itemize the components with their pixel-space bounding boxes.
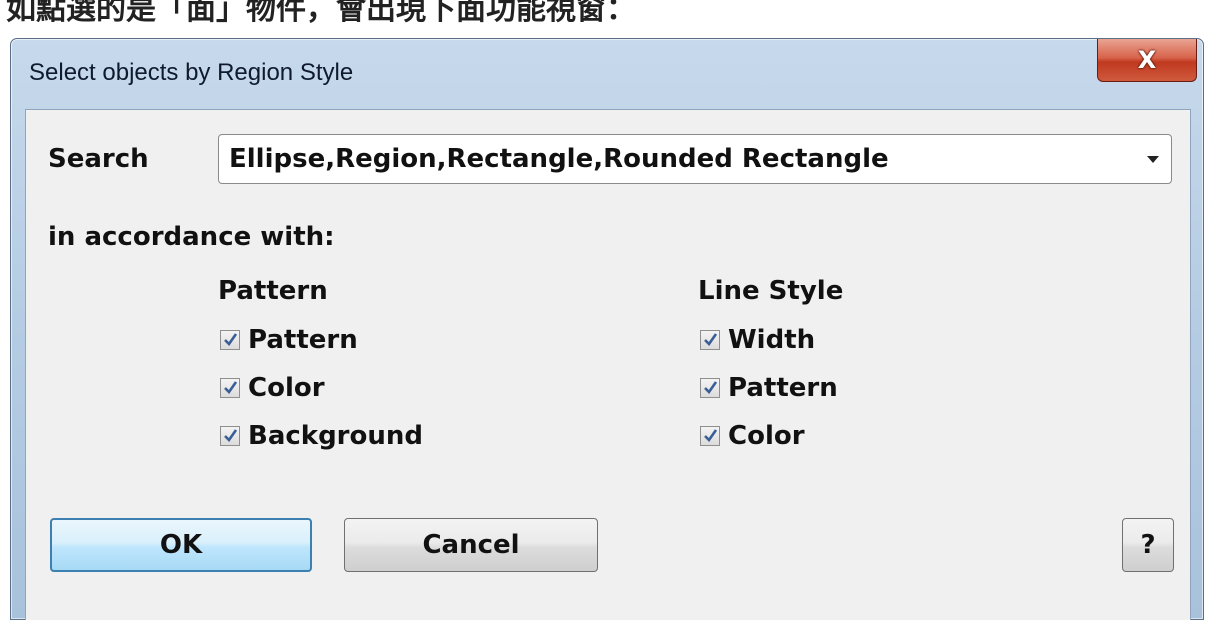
dialog-client-area: Search Ellipse,Region,Rectangle,Rounded … — [25, 109, 1191, 620]
search-label: Search — [48, 144, 149, 174]
checkbox[interactable] — [220, 378, 240, 398]
checkmark-icon — [224, 381, 238, 395]
close-icon: X — [1137, 46, 1157, 74]
checkbox[interactable] — [700, 378, 720, 398]
checkmark-icon — [224, 333, 238, 347]
checkmark-icon — [704, 429, 718, 443]
search-combo[interactable]: Ellipse,Region,Rectangle,Rounded Rectang… — [218, 134, 1172, 184]
checkbox[interactable] — [220, 330, 240, 350]
dialog-window: Select objects by Region Style X Search … — [10, 38, 1204, 620]
title-bar[interactable]: Select objects by Region Style X — [11, 39, 1203, 109]
checkbox-label: Background — [248, 421, 423, 451]
checkbox-label: Width — [728, 325, 816, 355]
line-style-option-pattern[interactable]: Pattern — [700, 372, 838, 404]
pattern-option-pattern[interactable]: Pattern — [220, 324, 358, 356]
line-style-group-heading: Line Style — [698, 276, 844, 306]
checkmark-icon — [704, 333, 718, 347]
checkbox[interactable] — [700, 426, 720, 446]
dialog-title: Select objects by Region Style — [29, 59, 354, 86]
close-button[interactable]: X — [1097, 39, 1197, 82]
checkbox[interactable] — [700, 330, 720, 350]
checkbox-label: Color — [728, 421, 805, 451]
help-button[interactable]: ? — [1122, 518, 1174, 572]
page-caption: 如點選的是「面」物件，會出現下面功能視窗： — [6, 0, 636, 27]
pattern-group-heading: Pattern — [218, 276, 328, 306]
line-style-option-width[interactable]: Width — [700, 324, 815, 356]
checkbox-label: Pattern — [728, 373, 838, 403]
line-style-option-color[interactable]: Color — [700, 420, 805, 452]
checkbox[interactable] — [220, 426, 240, 446]
cancel-button[interactable]: Cancel — [344, 518, 598, 572]
checkmark-icon — [224, 429, 238, 443]
search-combo-value: Ellipse,Region,Rectangle,Rounded Rectang… — [229, 144, 889, 174]
ok-button[interactable]: OK — [50, 518, 312, 572]
pattern-option-color[interactable]: Color — [220, 372, 325, 404]
checkmark-icon — [704, 381, 718, 395]
accordance-label: in accordance with: — [48, 222, 335, 252]
chevron-down-icon[interactable] — [1147, 156, 1159, 163]
pattern-option-background[interactable]: Background — [220, 420, 423, 452]
checkbox-label: Color — [248, 373, 325, 403]
checkbox-label: Pattern — [248, 325, 358, 355]
